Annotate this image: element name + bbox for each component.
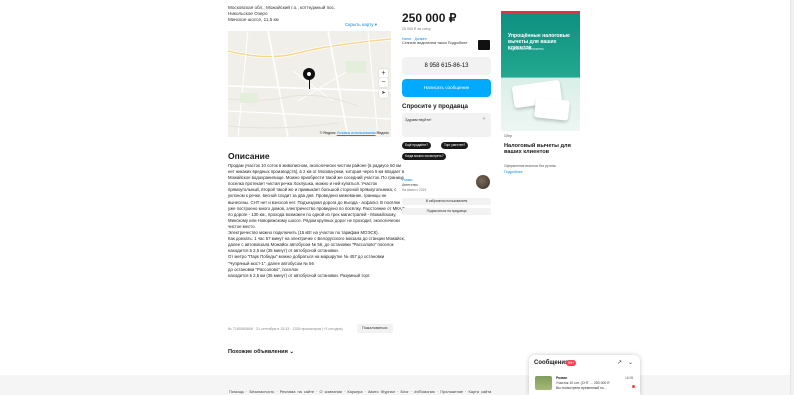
price: 250 000 ₽ xyxy=(402,11,457,25)
seller-name-link[interactable]: Роман xyxy=(402,178,412,182)
map-terms-link[interactable]: Условия использования xyxy=(337,131,376,135)
map-canvas xyxy=(228,31,391,137)
ad-illustration xyxy=(534,97,570,121)
page-scrollbar[interactable] xyxy=(790,0,794,395)
map-attribution: © Яндекс Условия использования Яндекс xyxy=(319,131,389,135)
ask-seller-input[interactable]: Здравствуйте! xyxy=(402,113,491,137)
write-message-button[interactable]: Написать сообщение xyxy=(402,79,491,97)
messenger-panel[interactable]: Сообщения 99+ ↗ ⌄ Роман Участок 10 сот. … xyxy=(529,355,640,395)
ad-brand: Сбер xyxy=(504,134,512,138)
ad-title[interactable]: Налоговый вычеты для ваших клиентов xyxy=(504,143,580,156)
ad-note: Оформление вычетов без рутины xyxy=(504,164,556,168)
map-zoom-out-button[interactable]: − xyxy=(379,78,388,87)
promo-block[interactable]: Налог · Должен Станьте водителем такси П… xyxy=(402,37,467,45)
description-text: Продам участок 10 соток в живописном, эк… xyxy=(228,163,405,278)
price-per-unit: 25 000 ₽ за сотку xyxy=(402,27,431,31)
chat-preview-2: Вы посмотрели временный но... xyxy=(556,386,607,390)
map-pin-stem xyxy=(308,79,310,89)
send-arrow-icon[interactable]: ➤ xyxy=(482,116,486,122)
chat-name[interactable]: Роман xyxy=(556,376,567,380)
messenger-title: Сообщения xyxy=(534,360,569,366)
open-messenger-icon[interactable]: ↗ xyxy=(617,359,622,366)
subscribe-seller-button[interactable]: Подписаться на продавца xyxy=(402,208,491,215)
unread-badge: 99+ xyxy=(566,360,577,366)
ad-banner[interactable]: Упрощённые налоговые вычеты для ваших кл… xyxy=(501,11,580,131)
description-title: Описание xyxy=(228,151,270,161)
quick-question-chip[interactable]: Торг уместен? xyxy=(441,142,469,149)
chat-thumbnail[interactable] xyxy=(535,376,552,390)
seller-type: Агентство xyxy=(402,183,418,187)
complain-button[interactable]: Пожаловаться xyxy=(357,324,393,333)
ad-more-link[interactable]: Подробнее xyxy=(504,170,523,174)
similar-listings-toggle[interactable]: Похожие объявления ⌄ xyxy=(228,349,294,355)
promo-logo-icon xyxy=(478,40,490,50)
quick-question-chip[interactable]: Ещё продаёте? xyxy=(402,142,431,149)
map-zoom-in-button[interactable]: + xyxy=(379,69,388,78)
ad-subline: Подключите бесплатно xyxy=(508,47,544,51)
hide-map-link[interactable]: Скрыть карту ▾ xyxy=(345,22,377,28)
location-map[interactable]: + − ➤ © Яндекс Условия использования Янд… xyxy=(228,31,391,137)
chat-date: 16:05 xyxy=(625,376,634,380)
seller-avatar[interactable] xyxy=(476,175,490,189)
listing-meta: № 7180560806 · 21 сентября в 15:33 · 133… xyxy=(228,327,343,331)
unread-dot xyxy=(632,385,635,388)
footer-links[interactable]: Помощь · Безопасность · Реклама на сайте… xyxy=(229,389,491,394)
show-phone-button[interactable]: 8 958 615-86-13 xyxy=(402,57,491,75)
collapse-chevron-icon[interactable]: ⌄ xyxy=(628,359,633,366)
listing-address: Московская обл., Можайский г.о., коттедж… xyxy=(228,5,388,24)
ad-top-stripe xyxy=(501,11,580,13)
map-locate-button[interactable]: ➤ xyxy=(379,89,388,98)
map-pin-center xyxy=(307,72,311,76)
seller-favorites-button[interactable]: В избранном пользователя xyxy=(402,198,491,205)
ask-seller-title: Спросите у продавца xyxy=(402,103,468,110)
quick-question-chip[interactable]: Когда можно посмотреть? xyxy=(402,153,447,160)
seller-since: На Авито с 2019 xyxy=(402,188,427,192)
chat-preview: Участок 10 сот. (СНТ, ... 250 000 ₽ xyxy=(556,381,610,385)
